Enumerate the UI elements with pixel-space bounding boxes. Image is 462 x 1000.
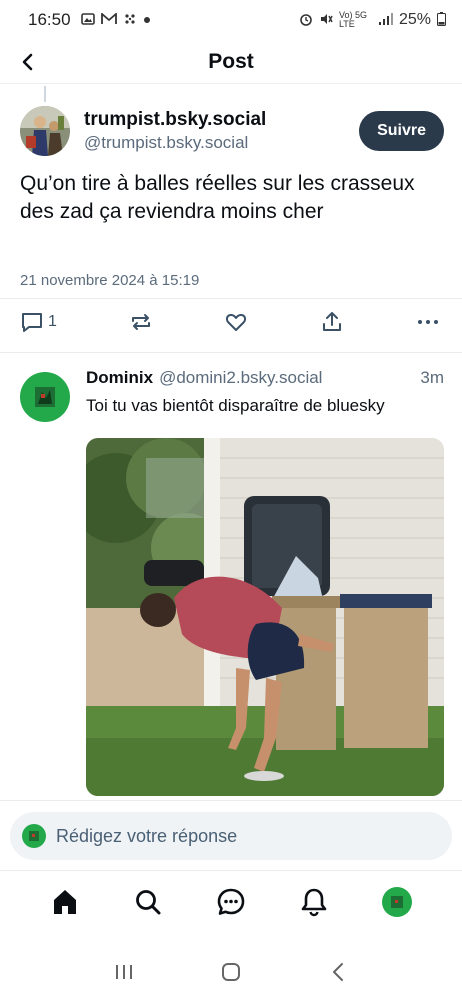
- like-button[interactable]: [224, 310, 248, 334]
- chat-icon: [217, 888, 245, 915]
- bottom-tab-bar: [0, 870, 462, 932]
- dot-notification-icon: [143, 13, 151, 27]
- alarm-icon: [299, 12, 313, 29]
- avatar: [381, 886, 412, 917]
- gallery-notification-icon: [80, 12, 95, 29]
- reply-compose-field[interactable]: Rédigez votre réponse: [10, 812, 452, 860]
- avatar: [22, 824, 46, 848]
- system-navigation-bar: [0, 944, 462, 1000]
- signal-icon: [378, 12, 393, 28]
- status-time: 16:50: [28, 10, 71, 29]
- back-arrow-icon: [333, 963, 344, 981]
- repost-button[interactable]: [129, 310, 153, 334]
- header: Post: [0, 40, 462, 84]
- tab-profile[interactable]: [377, 882, 417, 922]
- heart-icon: [226, 313, 247, 331]
- page-title: Post: [208, 49, 254, 73]
- post-text: Qu’on tire à balles réelles sur les cras…: [20, 172, 415, 223]
- gmail-notification-icon: [100, 11, 117, 28]
- home-circle-icon: [221, 963, 240, 981]
- compose-placeholder: Rédigez votre réponse: [56, 825, 238, 846]
- reply-gif[interactable]: [86, 438, 444, 796]
- battery-icon: [437, 11, 446, 29]
- bell-icon: [301, 888, 327, 916]
- battery-level: 25%: [398, 11, 431, 28]
- back-system-button[interactable]: [323, 957, 353, 987]
- more-button[interactable]: [416, 310, 440, 334]
- tab-search[interactable]: [128, 882, 168, 922]
- reply-author-handle[interactable]: @domini2.bsky.social: [159, 368, 322, 388]
- share-icon: [323, 312, 342, 331]
- divider: [0, 800, 462, 801]
- reply-text: Toi tu vas bientôt disparaître de bluesk…: [86, 396, 385, 415]
- reply-timestamp: 3m: [420, 368, 444, 387]
- repost-icon: [131, 314, 150, 330]
- tab-home[interactable]: [45, 882, 85, 922]
- share-button[interactable]: [320, 310, 344, 334]
- comment-icon: [22, 313, 42, 332]
- tab-chat[interactable]: [211, 882, 251, 922]
- author-handle[interactable]: @trumpist.bsky.social: [84, 133, 266, 153]
- reply-author-name[interactable]: Dominix: [86, 368, 153, 388]
- more-icon: [417, 320, 438, 324]
- network-label: Vo) 5G LTE: [338, 10, 367, 29]
- avatar[interactable]: [20, 372, 70, 422]
- chevron-left-icon: [22, 53, 33, 71]
- search-icon: [136, 889, 161, 914]
- recent-apps-icon: [115, 965, 132, 979]
- reply-count: 1: [48, 313, 57, 330]
- divider: [0, 298, 462, 299]
- thread-line: [44, 86, 46, 102]
- reply-button[interactable]: 1: [20, 310, 57, 334]
- recent-apps-button[interactable]: [109, 957, 139, 987]
- post-author: trumpist.bsky.social @trumpist.bsky.soci…: [20, 104, 444, 158]
- follow-button[interactable]: Suivre: [359, 111, 444, 151]
- author-name[interactable]: trumpist.bsky.social: [84, 109, 266, 131]
- back-button[interactable]: [14, 48, 42, 76]
- slack-notification-icon: [123, 12, 137, 29]
- home-system-button[interactable]: [216, 957, 246, 987]
- avatar[interactable]: [20, 106, 70, 156]
- post-date: 21 novembre 2024 à 15:19: [20, 272, 200, 289]
- divider: [0, 352, 462, 353]
- tab-notifications[interactable]: [294, 882, 334, 922]
- home-icon: [54, 889, 77, 914]
- post-actions: 1: [20, 306, 440, 338]
- mute-icon: [319, 12, 333, 29]
- status-bar: 16:50 Vo) 5G LTE 25%: [0, 0, 462, 40]
